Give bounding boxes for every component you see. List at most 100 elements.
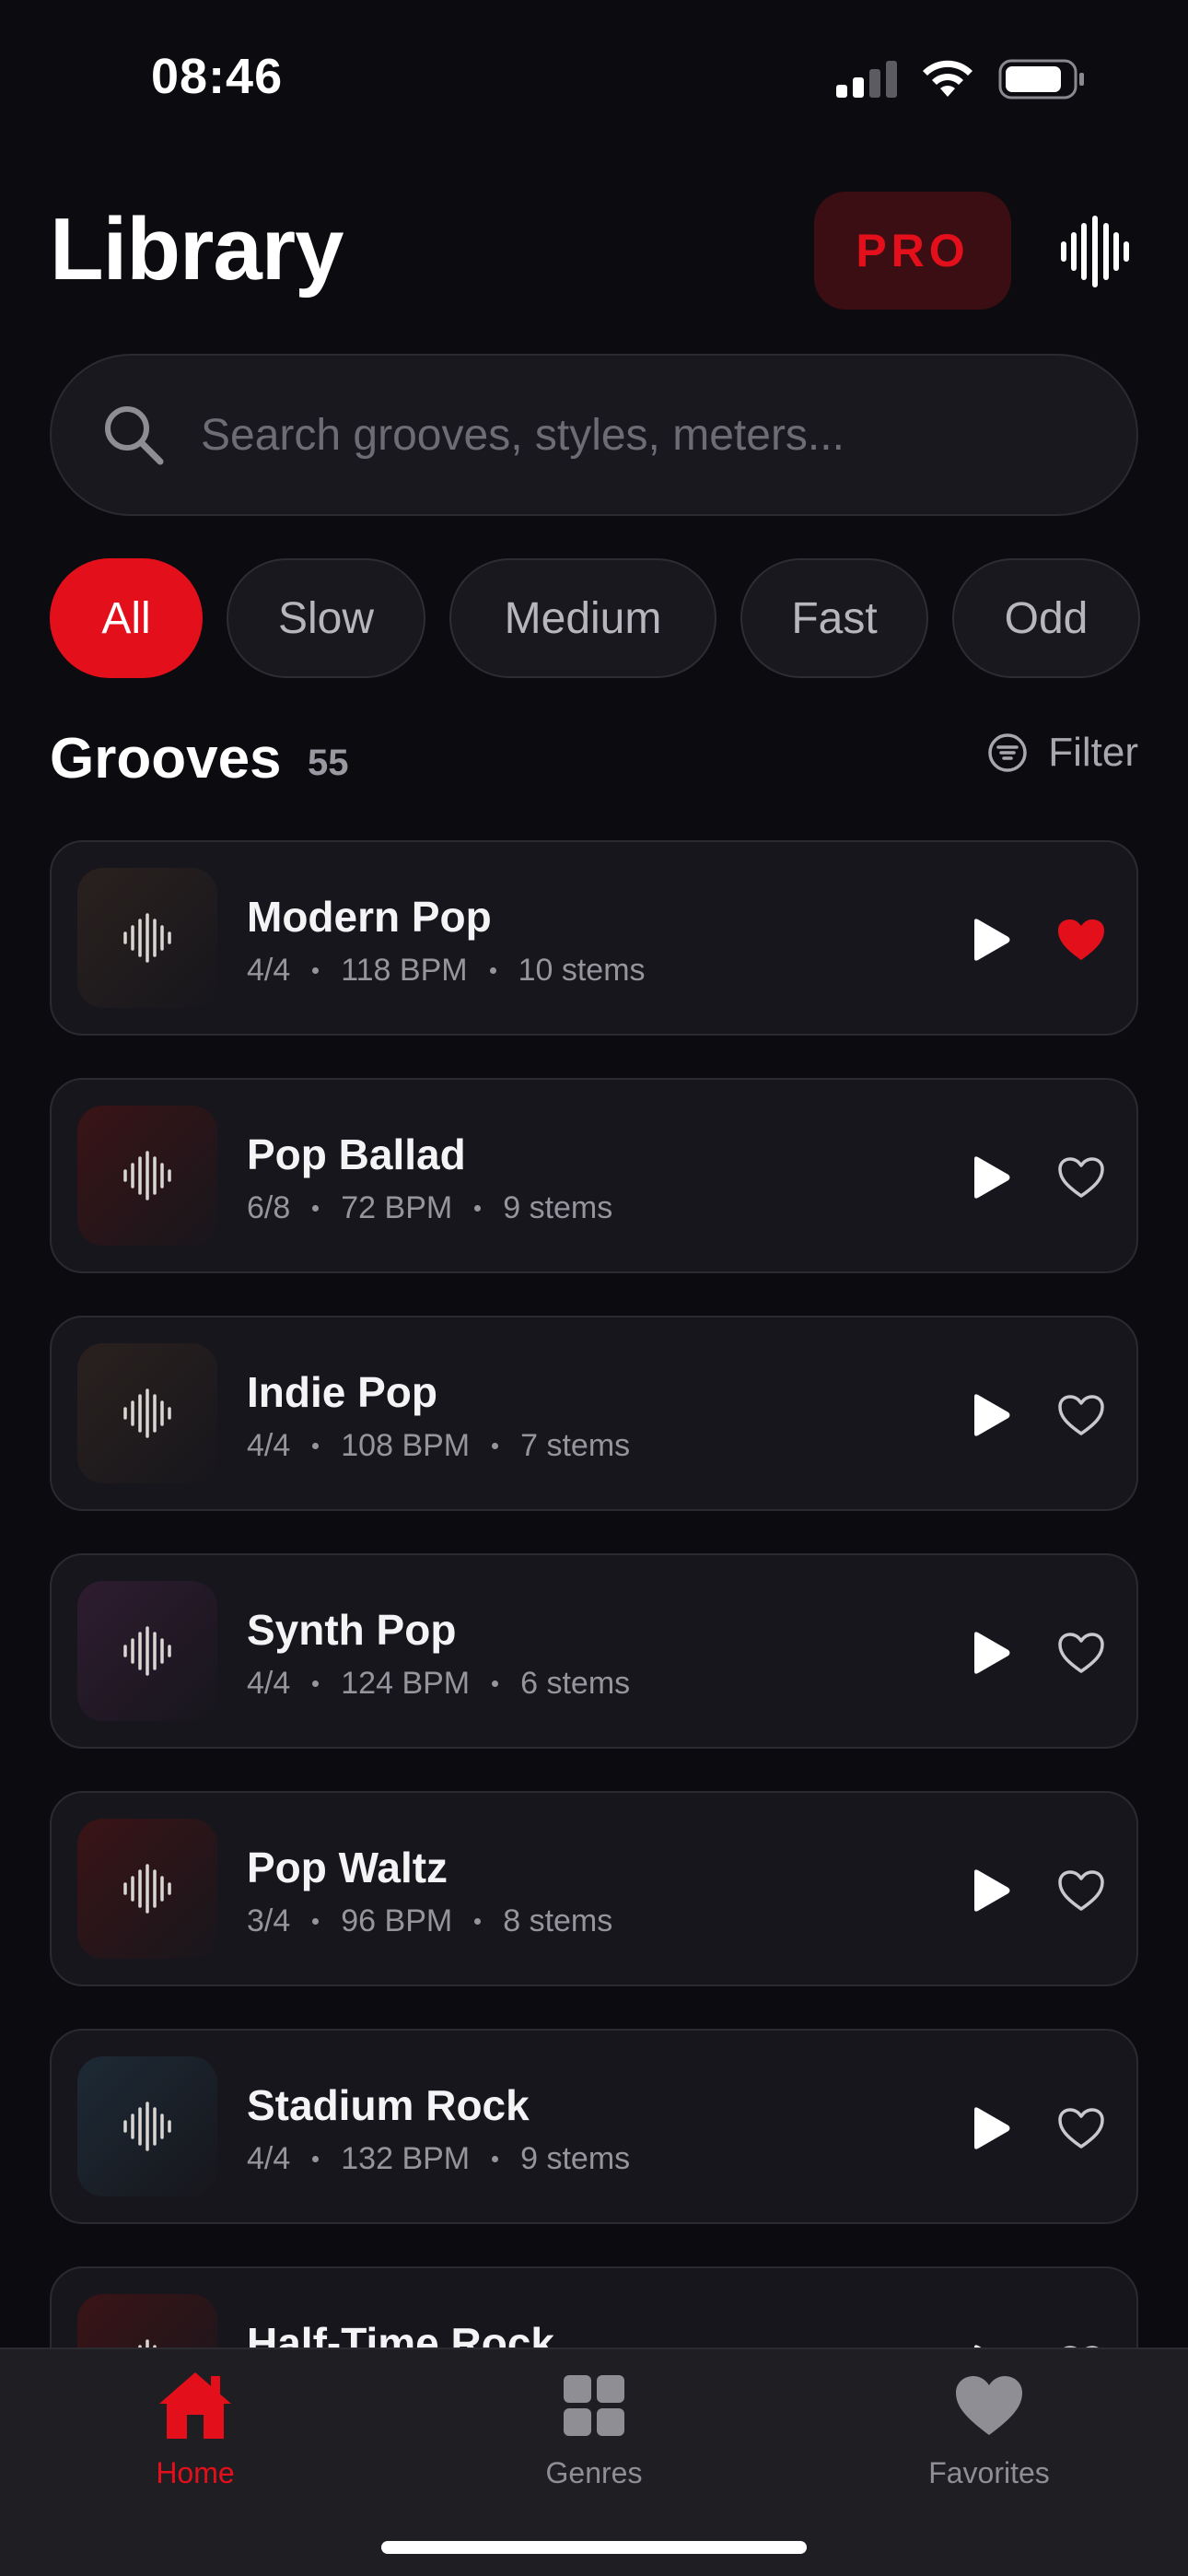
separator-dot xyxy=(312,967,320,974)
waveform-icon xyxy=(123,1864,171,1914)
cellular-signal-icon xyxy=(836,61,897,98)
heart-outline-icon xyxy=(1058,1395,1104,1435)
home-indicator xyxy=(381,2541,807,2554)
groove-bpm: 72 BPM xyxy=(341,1190,453,1225)
favorite-button[interactable] xyxy=(1054,2338,1109,2348)
groove-thumbnail xyxy=(77,2056,217,2196)
chip-fast[interactable]: Fast xyxy=(740,558,928,678)
groove-meta: 3/4 96 BPM 8 stems xyxy=(247,1903,612,1939)
heart-outline-icon xyxy=(1058,1157,1104,1198)
groove-card[interactable]: Modern Pop 4/4 118 BPM 10 stems xyxy=(50,840,1138,1036)
groove-bpm: 108 BPM xyxy=(341,1428,471,1463)
chip-all[interactable]: All xyxy=(50,558,203,678)
play-button[interactable] xyxy=(963,2101,1019,2156)
groove-card[interactable]: Half-Time Rock xyxy=(50,2266,1138,2348)
groove-thumbnail xyxy=(77,1106,217,1246)
filter-icon xyxy=(988,733,1027,772)
groove-meta: 4/4 118 BPM 10 stems xyxy=(247,953,646,989)
favorite-button[interactable] xyxy=(1054,1625,1109,1680)
groove-name: Synth Pop xyxy=(247,1606,457,1654)
groove-list: Modern Pop 4/4 118 BPM 10 stems Pop Ballad 6/… xyxy=(50,840,1138,2348)
waveform-icon xyxy=(123,1388,171,1438)
groove-thumbnail xyxy=(77,2294,217,2348)
play-icon xyxy=(974,1869,1010,1912)
separator-dot xyxy=(492,2156,499,2162)
play-button[interactable] xyxy=(963,1150,1019,1205)
groove-bpm: 124 BPM xyxy=(341,1666,471,1701)
section-count: 55 xyxy=(308,743,349,783)
separator-dot xyxy=(492,1443,499,1449)
tab-genres[interactable]: Genres xyxy=(483,2364,705,2502)
play-button[interactable] xyxy=(963,912,1019,967)
groove-card[interactable]: Indie Pop 4/4 108 BPM 7 stems xyxy=(50,1316,1138,1511)
chip-slow[interactable]: Slow xyxy=(227,558,425,678)
home-icon xyxy=(159,2372,231,2439)
tab-genres-label: Genres xyxy=(545,2456,643,2489)
status-icons xyxy=(836,59,1085,100)
separator-dot xyxy=(312,1918,320,1925)
chip-medium[interactable]: Medium xyxy=(449,558,716,678)
waveform-button[interactable] xyxy=(1054,210,1136,293)
play-button[interactable] xyxy=(963,1388,1019,1443)
groove-meter: 4/4 xyxy=(247,2141,291,2176)
play-button[interactable] xyxy=(963,1863,1019,1918)
battery-icon xyxy=(998,59,1084,100)
play-icon xyxy=(974,1156,1010,1199)
status-time: 08:46 xyxy=(151,49,284,104)
play-icon xyxy=(974,919,1010,961)
groove-card[interactable]: Stadium Rock 4/4 132 BPM 9 stems xyxy=(50,2029,1138,2224)
groove-thumbnail xyxy=(77,868,217,1008)
page-title: Library xyxy=(50,200,344,299)
groove-stems: 10 stems xyxy=(518,953,646,988)
filter-button[interactable]: Filter xyxy=(987,730,1138,776)
tab-favorites[interactable]: Favorites xyxy=(879,2364,1100,2502)
play-icon xyxy=(974,2107,1010,2149)
groove-stems: 6 stems xyxy=(520,1666,631,1701)
groove-card[interactable]: Pop Ballad 6/8 72 BPM 9 stems xyxy=(50,1078,1138,1273)
waveform-icon xyxy=(138,2339,157,2348)
separator-dot xyxy=(474,1205,482,1212)
groove-name: Pop Waltz xyxy=(247,1844,448,1891)
groove-name: Indie Pop xyxy=(247,1368,437,1416)
heart-outline-icon xyxy=(1058,1870,1104,1911)
chip-odd[interactable]: Odd xyxy=(952,558,1140,678)
groove-name: Half-Time Rock xyxy=(247,2319,555,2348)
status-bar: 08:46 xyxy=(0,0,1188,157)
tab-home-label: Home xyxy=(156,2456,235,2489)
groove-thumbnail xyxy=(77,1581,217,1721)
search-icon xyxy=(105,406,164,465)
filter-label: Filter xyxy=(1048,730,1138,775)
favorite-button[interactable] xyxy=(1054,1150,1109,1205)
groove-meter: 4/4 xyxy=(247,953,291,988)
groove-card[interactable]: Pop Waltz 3/4 96 BPM 8 stems xyxy=(50,1791,1138,1986)
play-button[interactable] xyxy=(963,2338,1019,2348)
section-header: Grooves 55 Filter xyxy=(50,722,1138,796)
groove-card[interactable]: Synth Pop 4/4 124 BPM 6 stems xyxy=(50,1553,1138,1749)
play-icon xyxy=(974,1394,1010,1436)
wifi-icon xyxy=(923,60,973,97)
search-input[interactable] xyxy=(201,409,1030,461)
tab-home[interactable]: Home xyxy=(85,2364,306,2502)
grid-icon xyxy=(564,2375,624,2436)
groove-meter: 4/4 xyxy=(247,1428,291,1463)
search-bar xyxy=(50,354,1138,516)
favorite-button[interactable] xyxy=(1054,1863,1109,1918)
favorite-button[interactable] xyxy=(1054,2101,1109,2156)
tab-favorites-label: Favorites xyxy=(928,2456,1050,2489)
groove-thumbnail xyxy=(77,1819,217,1959)
tempo-filter-chips: All Slow Medium Fast Odd xyxy=(50,558,1146,680)
favorite-button[interactable] xyxy=(1054,1388,1109,1443)
groove-meta: 4/4 124 BPM 6 stems xyxy=(247,1666,630,1702)
play-button[interactable] xyxy=(963,1625,1019,1680)
groove-bpm: 96 BPM xyxy=(341,1903,453,1938)
waveform-icon xyxy=(123,1151,171,1200)
heart-outline-icon xyxy=(1058,2108,1104,2149)
waveform-icon xyxy=(123,2102,171,2151)
pro-button[interactable]: PRO xyxy=(814,192,1011,310)
separator-dot xyxy=(312,1680,320,1687)
groove-stems: 9 stems xyxy=(503,1190,613,1225)
heart-filled-icon xyxy=(1058,919,1104,960)
favorite-button[interactable] xyxy=(1054,912,1109,967)
groove-bpm: 132 BPM xyxy=(341,2141,471,2176)
heart-outline-icon xyxy=(1058,1633,1104,1673)
